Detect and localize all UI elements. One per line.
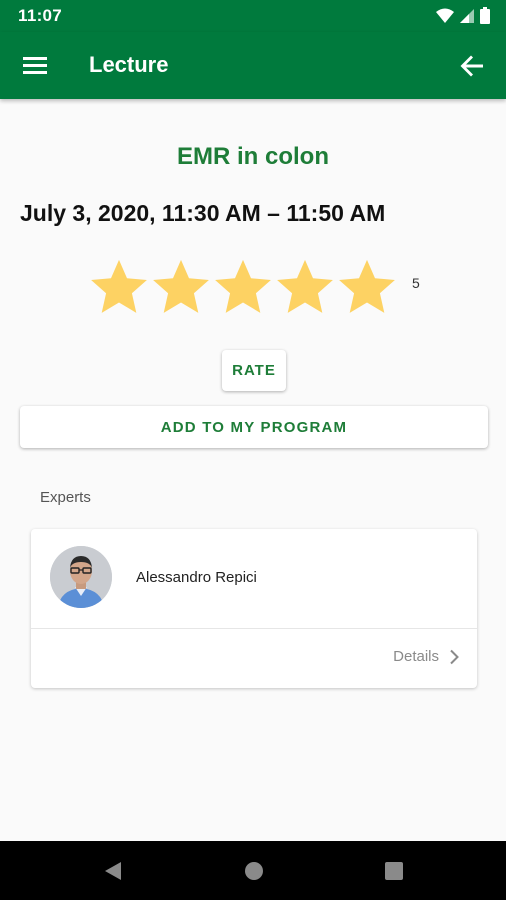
nav-recents-icon[interactable] [383, 860, 405, 882]
battery-icon [480, 7, 490, 24]
star-icon [277, 259, 333, 313]
rate-button[interactable]: RATE [222, 350, 286, 391]
star-icon [339, 259, 395, 313]
rating-count: 5 [412, 275, 420, 291]
star-icon [153, 259, 209, 313]
status-icons [436, 7, 490, 24]
menu-icon[interactable] [22, 53, 48, 77]
nav-home-icon[interactable] [243, 860, 265, 882]
wifi-icon [436, 8, 454, 23]
page-title: Lecture [89, 52, 169, 77]
app-bar: Lecture [0, 32, 506, 99]
lecture-title: EMR in colon [177, 143, 329, 170]
nav-back-icon[interactable] [102, 860, 124, 882]
signal-icon [460, 8, 474, 23]
divider [31, 628, 477, 629]
system-nav-bar [0, 841, 506, 900]
star-rating: 5 [88, 254, 420, 320]
avatar [50, 546, 112, 608]
add-to-program-button[interactable]: ADD TO MY PROGRAM [20, 406, 488, 448]
details-label: Details [393, 648, 439, 665]
expert-name: Alessandro Repici [136, 569, 257, 586]
arrow-back-icon[interactable] [458, 52, 486, 80]
star-icon [215, 259, 271, 313]
details-link[interactable]: Details [393, 648, 459, 665]
lecture-date-time: July 3, 2020, 11:30 AM – 11:50 AM [20, 200, 386, 226]
chevron-right-icon [450, 649, 459, 664]
status-bar: 11:07 [0, 0, 506, 32]
status-time: 11:07 [18, 6, 63, 25]
experts-section-label: Experts [40, 489, 91, 506]
expert-card: Alessandro Repici Details [31, 529, 477, 688]
star-icon [91, 259, 147, 313]
